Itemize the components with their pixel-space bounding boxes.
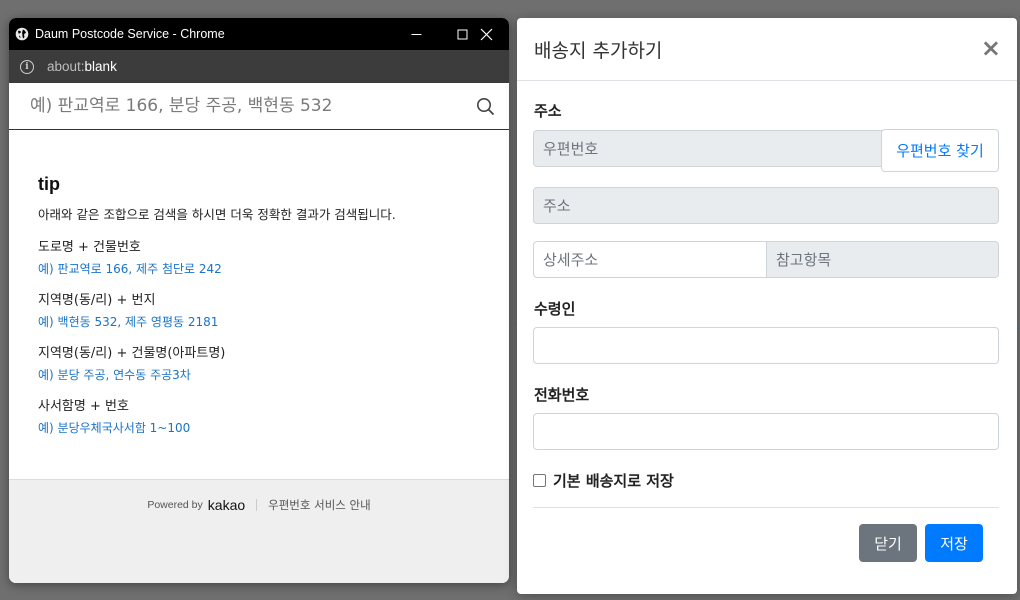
- save-button[interactable]: 저장: [925, 524, 983, 562]
- phone-label: 전화번호: [534, 386, 590, 404]
- tip-entry: 지역명(동/리) + 건물명(아파트명) 예) 분당 주공, 연수동 주공3차: [38, 342, 509, 383]
- close-icon: [480, 28, 492, 40]
- default-address-checkbox[interactable]: [533, 474, 546, 487]
- extra-info-placeholder: 참고항목: [776, 251, 832, 269]
- powered-by-text: Powered by: [147, 499, 203, 511]
- background-line: [509, 323, 517, 324]
- add-address-modal: 배송지 추가하기 × 주소 우편번호 우편번호 찾기 주소 상세주소 참고항목 …: [517, 18, 1017, 594]
- address-field[interactable]: 주소: [533, 187, 999, 224]
- find-postcode-button[interactable]: 우편번호 찾기: [881, 129, 999, 172]
- default-address-label[interactable]: 기본 배송지로 저장: [553, 470, 674, 491]
- tip-entry-example: 예) 분당 주공, 연수동 주공3차: [38, 368, 191, 382]
- address-label: 주소: [534, 102, 562, 120]
- tip-entry-example: 예) 판교역로 166, 제주 첨단로 242: [38, 262, 222, 276]
- window-title: Daum Postcode Service - Chrome: [35, 27, 225, 41]
- postcode-placeholder: 우편번호: [543, 140, 599, 158]
- minimize-button[interactable]: [393, 18, 439, 50]
- window-close-button[interactable]: [463, 18, 509, 50]
- address-bar[interactable]: i about:blank: [9, 50, 509, 83]
- extra-info-field[interactable]: 참고항목: [766, 241, 999, 278]
- tip-description: 아래와 같은 조합으로 검색을 하시면 더욱 정확한 결과가 검색됩니다.: [38, 207, 396, 222]
- tip-entry-label: 사서함명 + 번호: [38, 399, 129, 414]
- info-icon[interactable]: i: [20, 59, 34, 74]
- tip-entry: 도로명 + 건물번호 예) 판교역로 166, 제주 첨단로 242: [38, 236, 509, 277]
- minimize-icon: [411, 33, 421, 35]
- globe-icon: [15, 27, 29, 41]
- postcode-popup-window: Daum Postcode Service - Chrome i about:b…: [9, 18, 509, 583]
- modal-body: 주소 우편번호 우편번호 찾기 주소 상세주소 참고항목 수령인 전화번호 기본…: [517, 18, 1017, 594]
- default-address-option[interactable]: 기본 배송지로 저장: [533, 470, 674, 491]
- search-icon[interactable]: [476, 97, 495, 116]
- tip-entry-label: 지역명(동/리) + 번지: [38, 293, 156, 308]
- kakao-logo[interactable]: kakao: [208, 497, 245, 513]
- url-prefix: about:: [47, 59, 85, 74]
- tip-entry: 사서함명 + 번호 예) 분당우체국사서함 1~100: [38, 395, 509, 436]
- popup-footer: Powered by kakao 우편번호 서비스 안내: [9, 479, 509, 583]
- url-main: blank: [84, 59, 117, 74]
- close-button[interactable]: 닫기: [859, 524, 917, 562]
- recipient-label: 수령인: [534, 300, 576, 318]
- window-titlebar[interactable]: Daum Postcode Service - Chrome: [9, 18, 509, 50]
- tip-entry-label: 도로명 + 건물번호: [38, 240, 141, 255]
- address-placeholder: 주소: [543, 197, 571, 215]
- service-guide-link[interactable]: 우편번호 서비스 안내: [268, 497, 371, 513]
- postcode-field[interactable]: 우편번호: [533, 130, 883, 167]
- footer-divider: [256, 499, 258, 511]
- modal-footer-divider: [533, 507, 999, 508]
- url-text: about:blank: [47, 59, 117, 74]
- search-input[interactable]: [30, 96, 460, 116]
- tip-entry-example: 예) 분당우체국사서함 1~100: [38, 421, 191, 435]
- tip-entry-example: 예) 백현동 532, 제주 영평동 2181: [38, 315, 219, 329]
- tip-section: tip 아래와 같은 조합으로 검색을 하시면 더욱 정확한 결과가 검색됩니다…: [9, 130, 509, 436]
- phone-field[interactable]: [533, 413, 999, 450]
- find-postcode-label: 우편번호 찾기: [896, 142, 984, 160]
- search-bar: [9, 83, 509, 130]
- tip-entry: 지역명(동/리) + 번지 예) 백현동 532, 제주 영평동 2181: [38, 289, 509, 330]
- recipient-field[interactable]: [533, 327, 999, 364]
- detail-address-field[interactable]: 상세주소: [533, 241, 768, 278]
- tip-title: tip: [38, 174, 60, 194]
- detail-address-placeholder: 상세주소: [543, 251, 599, 269]
- tip-entry-label: 지역명(동/리) + 건물명(아파트명): [38, 346, 226, 361]
